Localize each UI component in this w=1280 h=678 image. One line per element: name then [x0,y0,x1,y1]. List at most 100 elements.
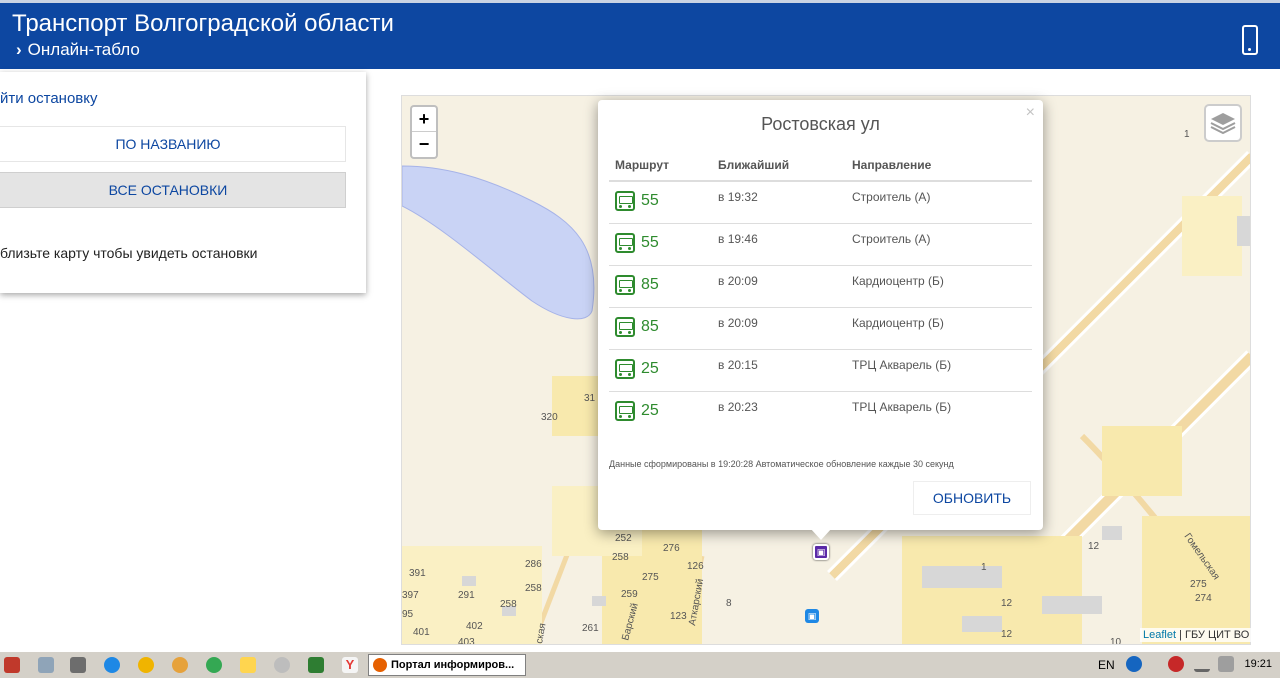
column-header-nearest: Ближайший [712,152,846,182]
svg-text:403: 403 [458,637,475,645]
stop-search-panel: йти остановку ПО НАЗВАНИЮ ВСЕ ОСТАНОВКИ … [0,72,366,293]
table-row: 85 в 20:09 Кардиоцентр (Б) [609,265,1032,308]
yandex-icon[interactable]: Y [342,657,358,673]
table-row: 25 в 20:15 ТРЦ Акварель (Б) [609,349,1032,392]
folder-icon[interactable] [240,657,256,673]
svg-text:276: 276 [663,543,680,554]
svg-text:275: 275 [642,572,659,583]
svg-text:391: 391 [409,568,426,579]
time-cell: в 20:15 [712,349,846,392]
popup-tip [810,528,832,540]
svg-text:258: 258 [500,599,517,610]
language-indicator[interactable]: EN [1098,658,1115,672]
bus-icon [615,316,635,337]
zoom-in-button[interactable]: + [412,107,436,132]
task-title: Портал информиров... [391,659,515,671]
time-cell: в 20:09 [712,265,846,308]
antivirus-icon[interactable] [1168,656,1184,672]
svg-text:261: 261 [582,623,599,634]
direction-cell: ТРЦ Акварель (Б) [846,349,1032,392]
warning-icon[interactable] [138,657,154,673]
layers-icon [1210,113,1236,135]
route-number: 85 [641,317,659,335]
popup-title: Ростовская ул [761,114,880,134]
bus-icon [615,191,635,211]
route-cell: 25 [609,391,712,433]
chrome-icon[interactable] [206,657,222,673]
flash-icon[interactable] [104,657,120,673]
map-attribution: Leaflet | ГБУ ЦИТ ВО [1140,628,1253,642]
route-cell: 25 [609,349,712,392]
search-by-name-button[interactable]: ПО НАЗВАНИЮ [0,126,346,162]
route-number: 85 [641,275,659,293]
route-cell: 85 [609,307,712,350]
time-cell: в 20:23 [718,399,758,414]
svg-text:126: 126 [687,561,704,572]
arrivals-table: Маршрут Ближайший Направление 55 в 19:32… [609,152,1032,433]
svg-text:12: 12 [1001,629,1013,640]
attribution-text: | ГБУ ЦИТ ВО [1176,629,1250,641]
svg-text:10: 10 [1110,637,1122,645]
route-number: 25 [641,401,659,419]
layers-button[interactable] [1204,104,1242,142]
direction-cell: Строитель (А) [846,181,1032,224]
leaflet-link[interactable]: Leaflet [1143,629,1176,641]
svg-text:252: 252 [615,533,632,544]
svg-text:291: 291 [458,590,475,601]
table-header-row: Маршрут Ближайший Направление [609,152,1032,182]
volume-icon[interactable] [1218,656,1234,672]
all-stops-button[interactable]: ВСЕ ОСТАНОВКИ [0,172,346,208]
svg-text:12: 12 [1088,541,1100,552]
time-cell: в 19:32 [712,181,846,224]
calculator-icon[interactable] [38,657,54,673]
find-stop-heading: йти остановку [0,90,98,107]
svg-text:275: 275 [1190,579,1207,590]
clock-icon[interactable] [274,657,290,673]
route-number: 55 [641,192,659,209]
time-cell: в 20:09 [712,307,846,350]
svg-text:31: 31 [584,393,596,404]
column-header-route: Маршрут [609,152,712,182]
refresh-button[interactable]: ОБНОВИТЬ [913,481,1031,515]
firefox-icon [373,658,387,672]
data-timestamp: Данные сформированы в 19:20:28 Автоматич… [609,459,954,469]
svg-text:397: 397 [402,590,419,601]
app-icon[interactable] [4,657,20,673]
svg-text:274: 274 [1195,593,1212,604]
table-row: 85 в 20:09 Кардиоцентр (Б) [609,307,1032,350]
route-number: 25 [641,359,659,377]
svg-text:258: 258 [612,552,629,563]
svg-text:402: 402 [466,621,483,632]
zoom-hint-text: близьте карту чтобы увидеть остановки [0,245,258,261]
mobile-phone-icon[interactable] [1242,25,1258,55]
zoom-out-button[interactable]: − [412,132,436,157]
route-cell: 55 [609,223,712,266]
calendar-icon[interactable] [70,657,86,673]
svg-text:258: 258 [525,583,542,594]
svg-text:286: 286 [525,559,542,570]
svg-text:95: 95 [402,609,414,620]
column-header-direction: Направление [846,152,1032,182]
chevron-right-icon: › [16,40,22,59]
app-title: Транспорт Волгоградской области [12,10,394,37]
bus-icon [615,358,635,379]
battery-icon[interactable] [308,657,324,673]
svg-text:ская: ская [534,622,548,644]
table-row: 55 в 19:32 Строитель (А) [609,181,1032,224]
svg-text:401: 401 [413,627,430,638]
svg-text:8: 8 [726,598,732,609]
bus-stop-marker-selected[interactable]: ▣ [813,544,829,560]
svg-text:1: 1 [981,562,987,573]
bus-icon [615,232,635,253]
direction-cell: ТРЦ Акварель (Б) [852,399,952,414]
system-clock: 19:21 [1244,658,1272,670]
breadcrumb[interactable]: › Онлайн-табло [16,40,140,60]
pidgin-icon[interactable] [172,657,188,673]
svg-text:320: 320 [541,412,558,423]
taskbar-task-firefox[interactable]: Портал информиров... [368,654,526,676]
direction-cell: Кардиоцентр (Б) [846,265,1032,308]
bus-stop-marker[interactable]: ▣ [805,609,819,623]
svg-text:123: 123 [670,611,687,622]
signal-icon[interactable] [1194,656,1210,672]
help-icon[interactable] [1126,656,1142,672]
